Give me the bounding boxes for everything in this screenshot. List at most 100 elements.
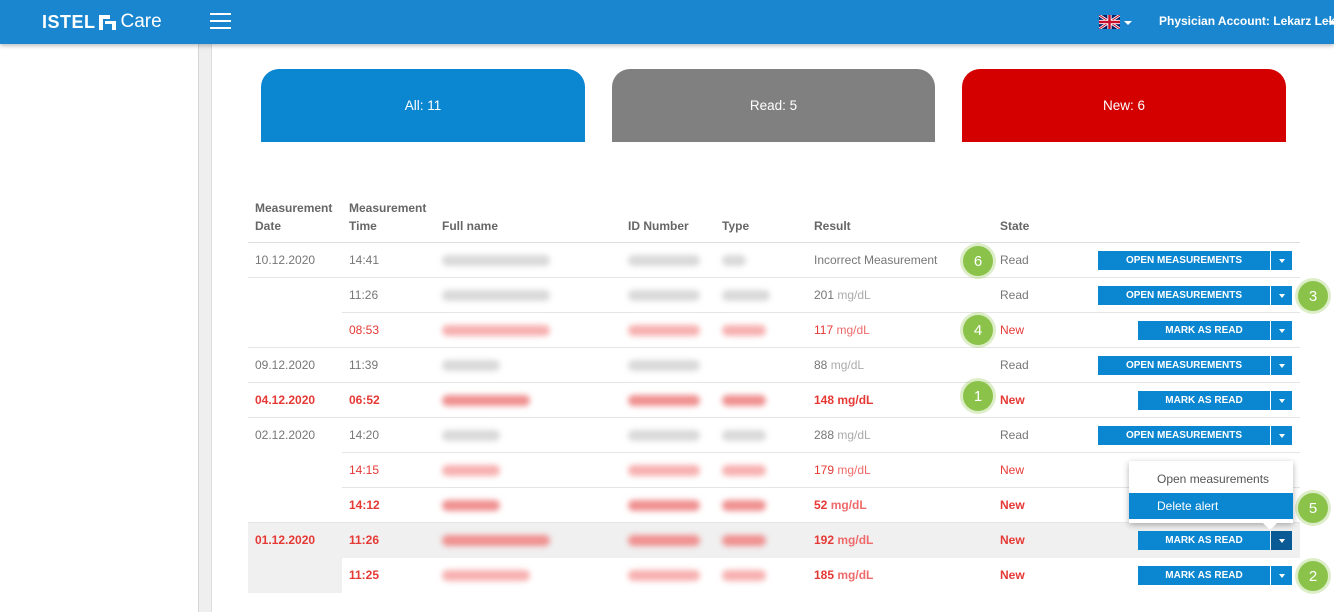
cell-state: New: [1000, 568, 1025, 582]
cell-result: 117 mg/dL: [814, 323, 870, 337]
table-row[interactable]: 01.12.2020 11:26 192 mg/dL New MARK AS R…: [248, 523, 1300, 558]
caret-down-icon: [1278, 363, 1285, 368]
app-logo[interactable]: ISTEL Care: [42, 11, 162, 33]
table-row[interactable]: 11:25 185 mg/dL New MARK AS READ: [248, 558, 1300, 593]
row-actions-dropdown: Open measurements Delete alert: [1129, 461, 1293, 530]
caret-down-icon: [1278, 398, 1285, 403]
account-caret-icon[interactable]: [1328, 21, 1334, 25]
cell-state: Read: [1000, 358, 1029, 372]
annotation-badge: 6: [963, 246, 993, 276]
cell-id-redacted: [628, 325, 700, 336]
cell-id-redacted: [628, 290, 700, 301]
row-actions-caret-button[interactable]: [1271, 286, 1292, 305]
header-time-label: Measurement Time: [349, 201, 427, 233]
cell-type-redacted: [722, 395, 766, 406]
logo-mark-icon: [98, 14, 116, 30]
caret-down-icon: [1278, 538, 1285, 543]
header-state[interactable]: State: [1000, 217, 1029, 235]
cell-id-redacted: [628, 360, 700, 371]
cell-result: 288 mg/dL: [814, 428, 871, 442]
header-full-name[interactable]: Full name: [442, 217, 498, 235]
header-type[interactable]: Type: [722, 217, 749, 235]
table-row[interactable]: 02.12.2020 14:20 288 mg/dL Read OPEN MEA…: [248, 418, 1300, 453]
cell-name-redacted: [442, 465, 500, 476]
row-actions-caret-button[interactable]: [1271, 321, 1292, 340]
menu-item-open-measurements[interactable]: Open measurements: [1129, 466, 1293, 492]
cell-name-redacted: [442, 360, 500, 371]
cell-id-redacted: [628, 535, 700, 546]
mark-as-read-button[interactable]: MARK AS READ: [1138, 321, 1270, 340]
menu-item-delete-alert[interactable]: Delete alert: [1129, 493, 1293, 519]
cell-id-redacted: [628, 570, 700, 581]
cell-time: 14:12: [349, 498, 380, 512]
table-row[interactable]: 11:26 201 mg/dL Read OPEN MEASUREMENTS: [248, 278, 1300, 313]
cell-state: Read: [1000, 253, 1029, 267]
annotation-badge: 4: [963, 315, 993, 345]
row-actions-caret-button[interactable]: [1271, 566, 1292, 585]
row-actions-caret-button[interactable]: [1271, 426, 1292, 445]
row-actions-caret-button[interactable]: [1271, 391, 1292, 410]
cell-id-redacted: [628, 430, 700, 441]
cell-time: 11:25: [349, 568, 380, 582]
cell-date: 02.12.2020: [255, 428, 316, 442]
row-actions-caret-button[interactable]: [1271, 531, 1292, 550]
cell-type-redacted: [722, 430, 766, 441]
annotation-badge: 1: [963, 381, 993, 411]
cell-type-redacted: [722, 500, 766, 511]
row-actions-caret-button[interactable]: [1271, 356, 1292, 375]
mark-as-read-button[interactable]: MARK AS READ: [1138, 391, 1270, 410]
cell-name-redacted: [442, 325, 550, 336]
table-row[interactable]: 04.12.2020 06:52 148 mg/dL New MARK AS R…: [248, 383, 1300, 418]
annotation-badge: 2: [1298, 561, 1328, 591]
open-measurements-button[interactable]: OPEN MEASUREMENTS: [1098, 251, 1270, 270]
header-result[interactable]: Result: [814, 217, 851, 235]
menu-toggle-icon[interactable]: [210, 13, 231, 29]
header-measurement-time[interactable]: Measurement Time: [349, 199, 426, 235]
cell-time: 14:20: [349, 428, 380, 442]
cell-date: 01.12.2020: [255, 533, 316, 547]
mark-as-read-button[interactable]: MARK AS READ: [1138, 566, 1270, 585]
cell-time: 14:15: [349, 463, 380, 477]
filter-card-new[interactable]: New: 6: [962, 69, 1286, 142]
open-measurements-button[interactable]: OPEN MEASUREMENTS: [1098, 426, 1270, 445]
annotation-badge: 3: [1298, 281, 1328, 311]
cell-state: New: [1000, 463, 1025, 477]
sidebar: [0, 44, 199, 612]
cell-result: 88 mg/dL: [814, 358, 865, 372]
cell-result: 201 mg/dL: [814, 288, 871, 302]
header-id-number[interactable]: ID Number: [628, 217, 689, 235]
cell-name-redacted: [442, 255, 550, 266]
open-measurements-button[interactable]: OPEN MEASUREMENTS: [1098, 356, 1270, 375]
cell-id-redacted: [628, 465, 700, 476]
caret-down-icon: [1278, 573, 1285, 578]
filter-card-read[interactable]: Read: 5: [612, 69, 935, 142]
cell-state: New: [1000, 323, 1025, 337]
cell-name-redacted: [442, 500, 500, 511]
row-actions-caret-button[interactable]: [1271, 251, 1292, 270]
cell-result: Incorrect Measurement: [814, 253, 938, 267]
language-caret-icon[interactable]: [1124, 21, 1132, 25]
cell-time: 08:53: [349, 323, 380, 337]
cell-state: New: [1000, 533, 1025, 547]
uk-flag-icon[interactable]: [1099, 15, 1120, 29]
account-menu[interactable]: Physician Account: Lekarz Leka: [1159, 14, 1334, 28]
cell-type-redacted: [722, 290, 770, 301]
cell-type-redacted: [722, 570, 766, 581]
logo-sub: Care: [120, 11, 162, 32]
cell-time: 06:52: [349, 393, 380, 407]
cell-state: New: [1000, 498, 1025, 512]
caret-down-icon: [1278, 328, 1285, 333]
table-row[interactable]: 09.12.2020 11:39 88 mg/dL Read OPEN MEAS…: [248, 348, 1300, 383]
cell-id-redacted: [628, 255, 700, 266]
cell-result: 52 mg/dL: [814, 498, 867, 512]
cell-result: 148 mg/dL: [814, 393, 874, 407]
header-measurement-date[interactable]: Measurement Date: [255, 199, 332, 235]
table-row[interactable]: 08:53 117 mg/dL New MARK AS READ: [248, 313, 1300, 348]
filter-card-all[interactable]: All: 11: [261, 69, 585, 142]
table-row[interactable]: 10.12.2020 14:41 Incorrect Measurement R…: [248, 243, 1300, 278]
cell-time: 11:26: [349, 533, 380, 547]
cell-date: 04.12.2020: [255, 393, 316, 407]
mark-as-read-button[interactable]: MARK AS READ: [1138, 531, 1270, 550]
cell-name-redacted: [442, 430, 500, 441]
open-measurements-button[interactable]: OPEN MEASUREMENTS: [1098, 286, 1270, 305]
